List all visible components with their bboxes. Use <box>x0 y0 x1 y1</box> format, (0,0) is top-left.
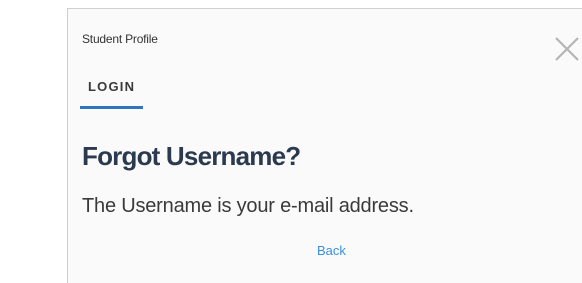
close-button[interactable] <box>553 35 581 63</box>
tab-active-indicator <box>80 106 144 109</box>
tab-bar: LOGIN <box>80 75 144 109</box>
close-icon <box>555 37 579 61</box>
tab-login-label: LOGIN <box>88 79 136 94</box>
student-profile-dialog: Student Profile LOGIN Forgot Username? T… <box>67 8 582 283</box>
page-heading: Forgot Username? <box>82 141 301 171</box>
info-message: The Username is your e-mail address. <box>82 195 414 217</box>
back-link[interactable]: Back <box>317 243 346 258</box>
tab-login[interactable]: LOGIN <box>80 75 144 109</box>
dialog-title: Student Profile <box>82 32 158 46</box>
